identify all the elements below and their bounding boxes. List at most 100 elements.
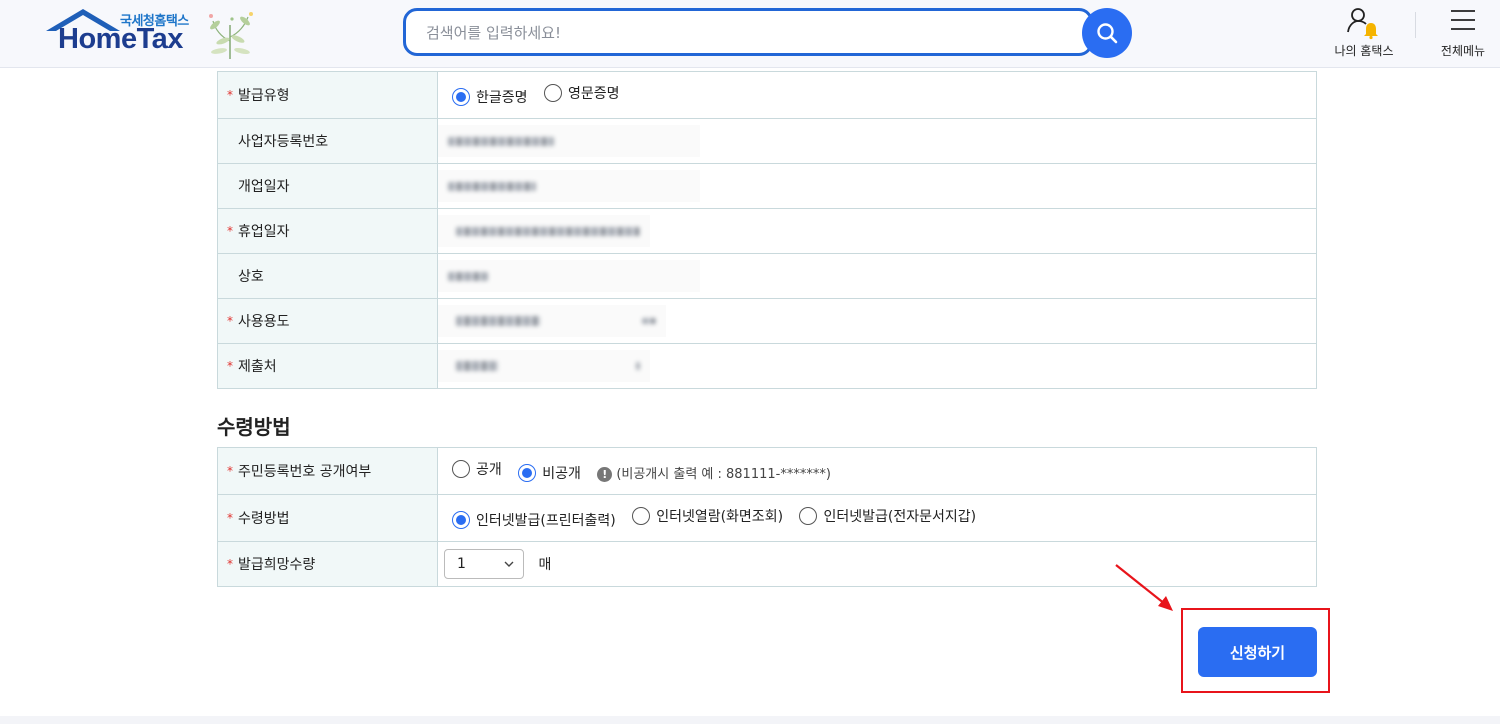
redacted-value [642,318,656,324]
table-row: * 주민등록번호 공개여부 공개 비공개 ! (비공개시 출력 예 : 881111… [217,447,1317,495]
row-label: * 사용용도 [217,298,438,344]
issue-info-table: * 발급유형 한글증명 영문증명 사업자등록번호 개업일자 * 휴업일자 상호 [217,71,1317,389]
row-label: * 발급유형 [217,71,438,119]
radio-internet-view[interactable]: 인터넷열람(화면조회) [632,506,783,526]
my-hometax-label: 나의 홈택스 [1334,44,1394,58]
business-number-value [437,118,1317,164]
radio-circle[interactable] [799,507,818,525]
search-box[interactable] [403,8,1093,56]
radio-disclose[interactable]: 공개 [452,459,502,479]
open-date-value [437,163,1317,209]
logo-title: HomeTax [58,23,183,55]
row-label-text: 제출처 [238,359,277,375]
required-mark: * [227,88,233,102]
radio-circle[interactable] [452,460,470,478]
section-title-receive-method: 수령방법 [217,415,291,439]
table-row: * 제출처 [217,343,1317,389]
issue-type-cell: 한글증명 영문증명 [437,71,1317,119]
radio-digital-wallet[interactable]: 인터넷발급(전자문서지갑) [799,506,976,526]
top-header: 국세청홈택스 HomeTax 검색어를 입력하세요! 나의 홈택스 전체메뉴 [0,0,1500,68]
row-label-text: 휴업일자 [238,224,290,240]
apply-button[interactable]: 신청하기 [1198,627,1317,677]
table-row: * 사용용도 [217,298,1317,344]
all-menu-button[interactable]: 전체메뉴 [1432,4,1494,60]
radio-circle[interactable] [452,88,470,106]
radio-label: 인터넷발급(프린터출력) [476,513,616,529]
row-label: 사업자등록번호 [217,118,438,164]
row-label: * 수령방법 [217,494,438,542]
radio-label: 인터넷발급(전자문서지갑) [823,509,977,525]
required-mark: * [227,314,233,328]
my-hometax-button[interactable]: 나의 홈택스 [1326,4,1402,60]
radio-circle[interactable] [452,511,470,529]
row-label: * 발급희망수량 [217,541,438,587]
radio-label: 한글증명 [476,90,528,106]
redacted-value [456,361,498,371]
redacted-value [448,137,554,146]
row-label-text: 개업일자 [238,179,290,195]
radio-english-certificate[interactable]: 영문증명 [543,83,620,103]
row-label-text: 사용용도 [238,314,290,330]
redacted-value [456,227,640,236]
required-mark: * [227,557,233,571]
required-mark: * [227,224,233,238]
radio-non-disclose[interactable]: 비공개 [518,463,581,483]
receive-method-cell: 인터넷발급(프린터출력) 인터넷열람(화면조회) 인터넷발급(전자문서지갑) [437,494,1317,542]
redacted-value [636,362,640,370]
search-icon [1097,23,1118,44]
required-mark: * [227,511,233,525]
user-bell-icon [1347,8,1378,40]
quantity-value: 1 [457,556,466,572]
radio-label: 인터넷열람(화면조회) [656,509,784,525]
row-label-text: 발급희망수량 [238,557,316,573]
row-label: 개업일자 [217,163,438,209]
radio-korean-certificate[interactable]: 한글증명 [452,87,528,107]
quantity-unit: 매 [538,557,552,573]
row-label: * 주민등록번호 공개여부 [217,447,438,495]
header-divider [1415,12,1416,38]
redacted-value [456,316,540,326]
table-row: * 휴업일자 [217,208,1317,254]
quantity-cell: 1 매 [437,541,1317,587]
info-icon: ! [597,467,613,482]
table-row: 상호 [217,253,1317,299]
row-label-text: 주민등록번호 공개여부 [238,464,372,480]
red-arrow-icon [1115,564,1173,611]
radio-circle[interactable] [518,464,537,482]
submission-destination-value[interactable] [437,343,1317,389]
row-label: * 휴업일자 [217,208,438,254]
row-label: 상호 [217,253,438,299]
table-row: 사업자등록번호 [217,118,1317,164]
required-mark: * [227,464,233,478]
purpose-value[interactable] [437,298,1317,344]
chevron-down-icon [504,561,514,567]
business-name-value [437,253,1317,299]
footer-strip [0,716,1500,724]
row-label-text: 상호 [238,269,264,285]
hamburger-menu-icon [1451,10,1475,30]
search-input[interactable] [424,11,1068,55]
radio-label: 영문증명 [567,86,620,102]
radio-label: 공개 [476,462,502,478]
disclosure-cell: 공개 비공개 ! (비공개시 출력 예 : 881111-*******) [437,447,1317,495]
search-button[interactable] [1082,8,1132,58]
radio-circle[interactable] [632,507,651,525]
row-label: * 제출처 [217,343,438,389]
table-row: * 발급유형 한글증명 영문증명 [217,71,1317,119]
radio-circle[interactable] [543,84,562,102]
row-label-text: 수령방법 [238,511,290,527]
radio-label: 비공개 [542,466,581,482]
hometax-logo[interactable]: 국세청홈택스 HomeTax [46,9,261,61]
row-label-text: 사업자등록번호 [238,134,329,150]
radio-internet-print[interactable]: 인터넷발급(프린터출력) [452,510,616,530]
plant-decoration-icon [209,12,253,59]
quantity-select[interactable]: 1 [444,549,524,579]
disclosure-note: (비공개시 출력 예 : 881111-*******) [616,467,831,482]
all-menu-label: 전체메뉴 [1440,44,1486,58]
table-row: * 수령방법 인터넷발급(프린터출력) 인터넷열람(화면조회) 인터넷발급(전자문… [217,494,1317,542]
closure-date-value [437,208,1317,254]
required-mark: * [227,359,233,373]
table-row: 개업일자 [217,163,1317,209]
redacted-value [448,182,536,191]
row-label-text: 발급유형 [238,88,290,104]
